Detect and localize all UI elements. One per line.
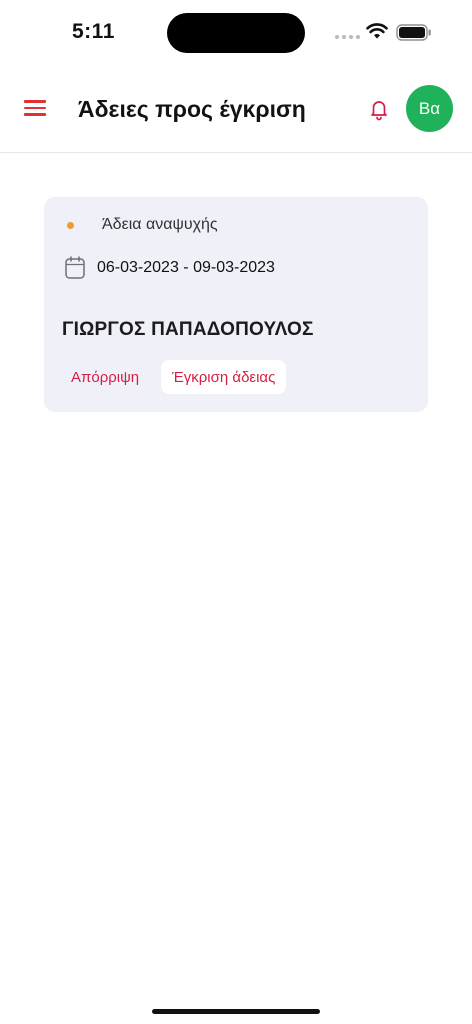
- approve-leave-button[interactable]: Έγκριση άδειας: [161, 360, 287, 394]
- employee-name: ΓΙΩΡΓΟΣ ΠΑΠΑΔΟΠΟΥΛΟΣ: [62, 319, 314, 340]
- wifi-icon: [366, 23, 388, 39]
- home-indicator: [152, 1009, 320, 1014]
- dynamic-island: [167, 13, 305, 53]
- leave-type-label: Άδεια αναψυχής: [102, 216, 218, 233]
- app-header: Άδειες προς έγκριση Βα: [0, 64, 472, 153]
- hamburger-menu-icon[interactable]: [24, 99, 46, 117]
- reject-button[interactable]: Απόρριψη: [61, 360, 149, 394]
- bell-icon[interactable]: [367, 97, 391, 121]
- page-title: Άδειες προς έγκριση: [78, 96, 306, 122]
- leave-request-card: Άδεια αναψυχής 06-03-2023 - 09-03-2023 Γ…: [44, 197, 428, 412]
- status-bar: 5:11: [0, 0, 472, 64]
- leave-approval-screen: 5:11 Άδειες προς έγκριση Βα Άδεια αναψυχ…: [0, 0, 472, 1024]
- status-time: 5:11: [72, 20, 115, 43]
- leave-type-dot-icon: [67, 222, 74, 229]
- calendar-icon: [65, 256, 85, 279]
- signal-dots-icon: [335, 35, 360, 39]
- user-avatar[interactable]: Βα: [406, 85, 453, 132]
- leave-date-range: 06-03-2023 - 09-03-2023: [97, 259, 275, 276]
- battery-icon: [396, 24, 431, 41]
